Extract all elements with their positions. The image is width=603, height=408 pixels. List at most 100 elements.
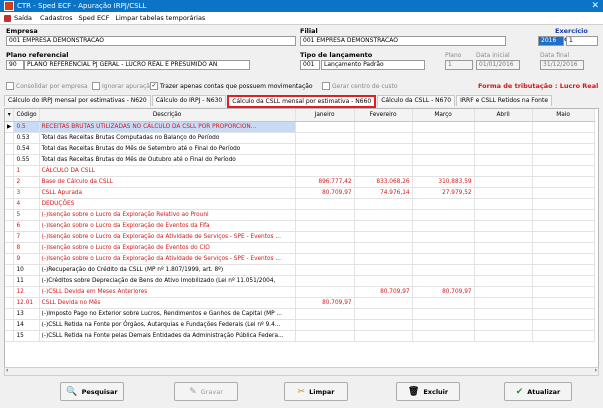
empresa-field[interactable]: 001 EMPRESA DEMONSTRACAO: [6, 36, 296, 46]
header-descricao[interactable]: Descrição: [39, 109, 296, 122]
table-row[interactable]: 7 (-)Isenção sobre o Lucro da Exploração …: [5, 231, 595, 243]
row-indicator[interactable]: [5, 176, 15, 188]
cell-fevereiro[interactable]: [354, 231, 413, 243]
limpar-button[interactable]: ✂ Limpar: [284, 382, 348, 401]
cell-marco[interactable]: [412, 330, 475, 342]
row-indicator[interactable]: [5, 231, 15, 243]
cell-janeiro[interactable]: [295, 242, 355, 254]
cell-codigo[interactable]: 11: [13, 275, 40, 287]
cell-maio[interactable]: [532, 297, 595, 309]
cell-janeiro[interactable]: [295, 154, 355, 166]
cell-janeiro[interactable]: [295, 319, 355, 331]
cell-descricao[interactable]: (-)Imposto Pago no Exterior sobre Lucros…: [39, 308, 296, 320]
cell-maio[interactable]: [532, 187, 595, 199]
cell-codigo[interactable]: 12: [13, 286, 40, 298]
cell-fevereiro[interactable]: [354, 275, 413, 287]
cell-fevereiro[interactable]: 833.068,26: [354, 176, 413, 188]
exercicio-seq-field[interactable]: 1: [566, 36, 598, 46]
cell-janeiro[interactable]: [295, 143, 355, 155]
cell-codigo[interactable]: 0.53: [13, 132, 40, 144]
cell-marco[interactable]: [412, 275, 475, 287]
row-indicator[interactable]: [5, 198, 15, 210]
cell-janeiro[interactable]: 80.709,97: [295, 297, 355, 309]
cell-abril[interactable]: [474, 286, 533, 298]
header-marco[interactable]: Março: [412, 109, 475, 122]
cell-descricao[interactable]: Total das Receitas Brutas do Mês de Outu…: [39, 154, 296, 166]
table-row[interactable]: 0.54 Total das Receitas Brutas do Mês de …: [5, 143, 595, 155]
sort-icon[interactable]: ▾: [5, 109, 15, 122]
header-janeiro[interactable]: Janeiro: [295, 109, 355, 122]
cell-maio[interactable]: [532, 308, 595, 320]
table-row[interactable]: 10 (-)Recuperação do Crédito da CSLL (MP …: [5, 264, 595, 276]
cell-maio[interactable]: [532, 143, 595, 155]
cell-abril[interactable]: [474, 165, 533, 177]
row-indicator[interactable]: [5, 297, 15, 309]
row-indicator[interactable]: [5, 242, 15, 254]
cell-abril[interactable]: [474, 209, 533, 221]
cell-fevereiro[interactable]: [354, 220, 413, 232]
cell-janeiro[interactable]: [295, 264, 355, 276]
header-fevereiro[interactable]: Fevereiro: [354, 109, 413, 122]
cell-descricao[interactable]: (-)Isenção sobre o Lucro da Exploração d…: [39, 253, 296, 265]
cell-fevereiro[interactable]: [354, 264, 413, 276]
menu-sped-ecf[interactable]: Sped ECF: [79, 14, 110, 22]
tipo-lancamento-code[interactable]: 001: [300, 60, 320, 70]
cell-descricao[interactable]: CSLL Devida no Mês: [39, 297, 296, 309]
cell-abril[interactable]: [474, 154, 533, 166]
cell-codigo[interactable]: 0.55: [13, 154, 40, 166]
table-row[interactable]: 12.01 CSLL Devida no Mês 80.709,97: [5, 297, 595, 309]
cell-codigo[interactable]: 0.5: [13, 121, 40, 133]
cell-marco[interactable]: [412, 297, 475, 309]
cell-maio[interactable]: [532, 286, 595, 298]
table-row[interactable]: 0.55 Total das Receitas Brutas do Mês de …: [5, 154, 595, 166]
cell-codigo[interactable]: 0.54: [13, 143, 40, 155]
cell-maio[interactable]: [532, 275, 595, 287]
cell-fevereiro[interactable]: [354, 132, 413, 144]
filial-field[interactable]: 001 EMPRESA DEMONSTRACAO: [300, 36, 506, 46]
row-pointer-icon[interactable]: ▶: [5, 121, 15, 133]
row-indicator[interactable]: [5, 264, 15, 276]
cell-codigo[interactable]: 2: [13, 176, 40, 188]
cell-fevereiro[interactable]: [354, 143, 413, 155]
cell-janeiro[interactable]: [295, 132, 355, 144]
table-row[interactable]: 6 (-)Isenção sobre o Lucro da Exploração …: [5, 220, 595, 232]
cell-fevereiro[interactable]: 80.709,97: [354, 286, 413, 298]
cell-janeiro[interactable]: 896.777,42: [295, 176, 355, 188]
cell-codigo[interactable]: 14: [13, 319, 40, 331]
cell-fevereiro[interactable]: 74.976,14: [354, 187, 413, 199]
header-abril[interactable]: Abril: [474, 109, 533, 122]
cell-fevereiro[interactable]: [354, 330, 413, 342]
atualizar-button[interactable]: ✔ Atualizar: [504, 382, 572, 401]
cell-marco[interactable]: [412, 198, 475, 210]
cell-maio[interactable]: [532, 176, 595, 188]
cell-descricao[interactable]: CÁLCULO DA CSLL: [39, 165, 296, 177]
cell-abril[interactable]: [474, 121, 533, 133]
cell-abril[interactable]: [474, 231, 533, 243]
tab-csll-n670[interactable]: Cálculo da CSLL - N670: [377, 95, 456, 106]
cell-codigo[interactable]: 3: [13, 187, 40, 199]
cell-codigo[interactable]: 13: [13, 308, 40, 320]
data-grid[interactable]: ▾ Código Descrição Janeiro Fevereiro Mar…: [4, 108, 599, 368]
cell-abril[interactable]: [474, 319, 533, 331]
header-maio[interactable]: Maio: [532, 109, 595, 122]
ignorar-checkbox[interactable]: Ignorar apuração: [92, 82, 154, 90]
row-indicator[interactable]: [5, 143, 15, 155]
row-indicator[interactable]: [5, 308, 15, 320]
cell-maio[interactable]: [532, 198, 595, 210]
cell-fevereiro[interactable]: [354, 297, 413, 309]
tipo-lancamento-field[interactable]: Lançamento Padrão: [321, 60, 425, 70]
close-icon[interactable]: ✕: [591, 1, 599, 11]
cell-descricao[interactable]: DEDUÇÕES: [39, 198, 296, 210]
cell-descricao[interactable]: (-)CSLL Retida na Fonte pelas Demais Ent…: [39, 330, 296, 342]
cell-abril[interactable]: [474, 297, 533, 309]
cell-janeiro[interactable]: [295, 330, 355, 342]
row-indicator[interactable]: [5, 209, 15, 221]
cell-abril[interactable]: [474, 143, 533, 155]
cell-marco[interactable]: 310.883,59: [412, 176, 475, 188]
cell-marco[interactable]: [412, 220, 475, 232]
cell-marco[interactable]: [412, 209, 475, 221]
cell-descricao[interactable]: (-)Isenção sobre o Lucro da Exploração d…: [39, 242, 296, 254]
cell-abril[interactable]: [474, 275, 533, 287]
table-row[interactable]: 14 (-)CSLL Retida na Fonte por Órgãos, Au…: [5, 319, 595, 331]
row-indicator[interactable]: [5, 187, 15, 199]
